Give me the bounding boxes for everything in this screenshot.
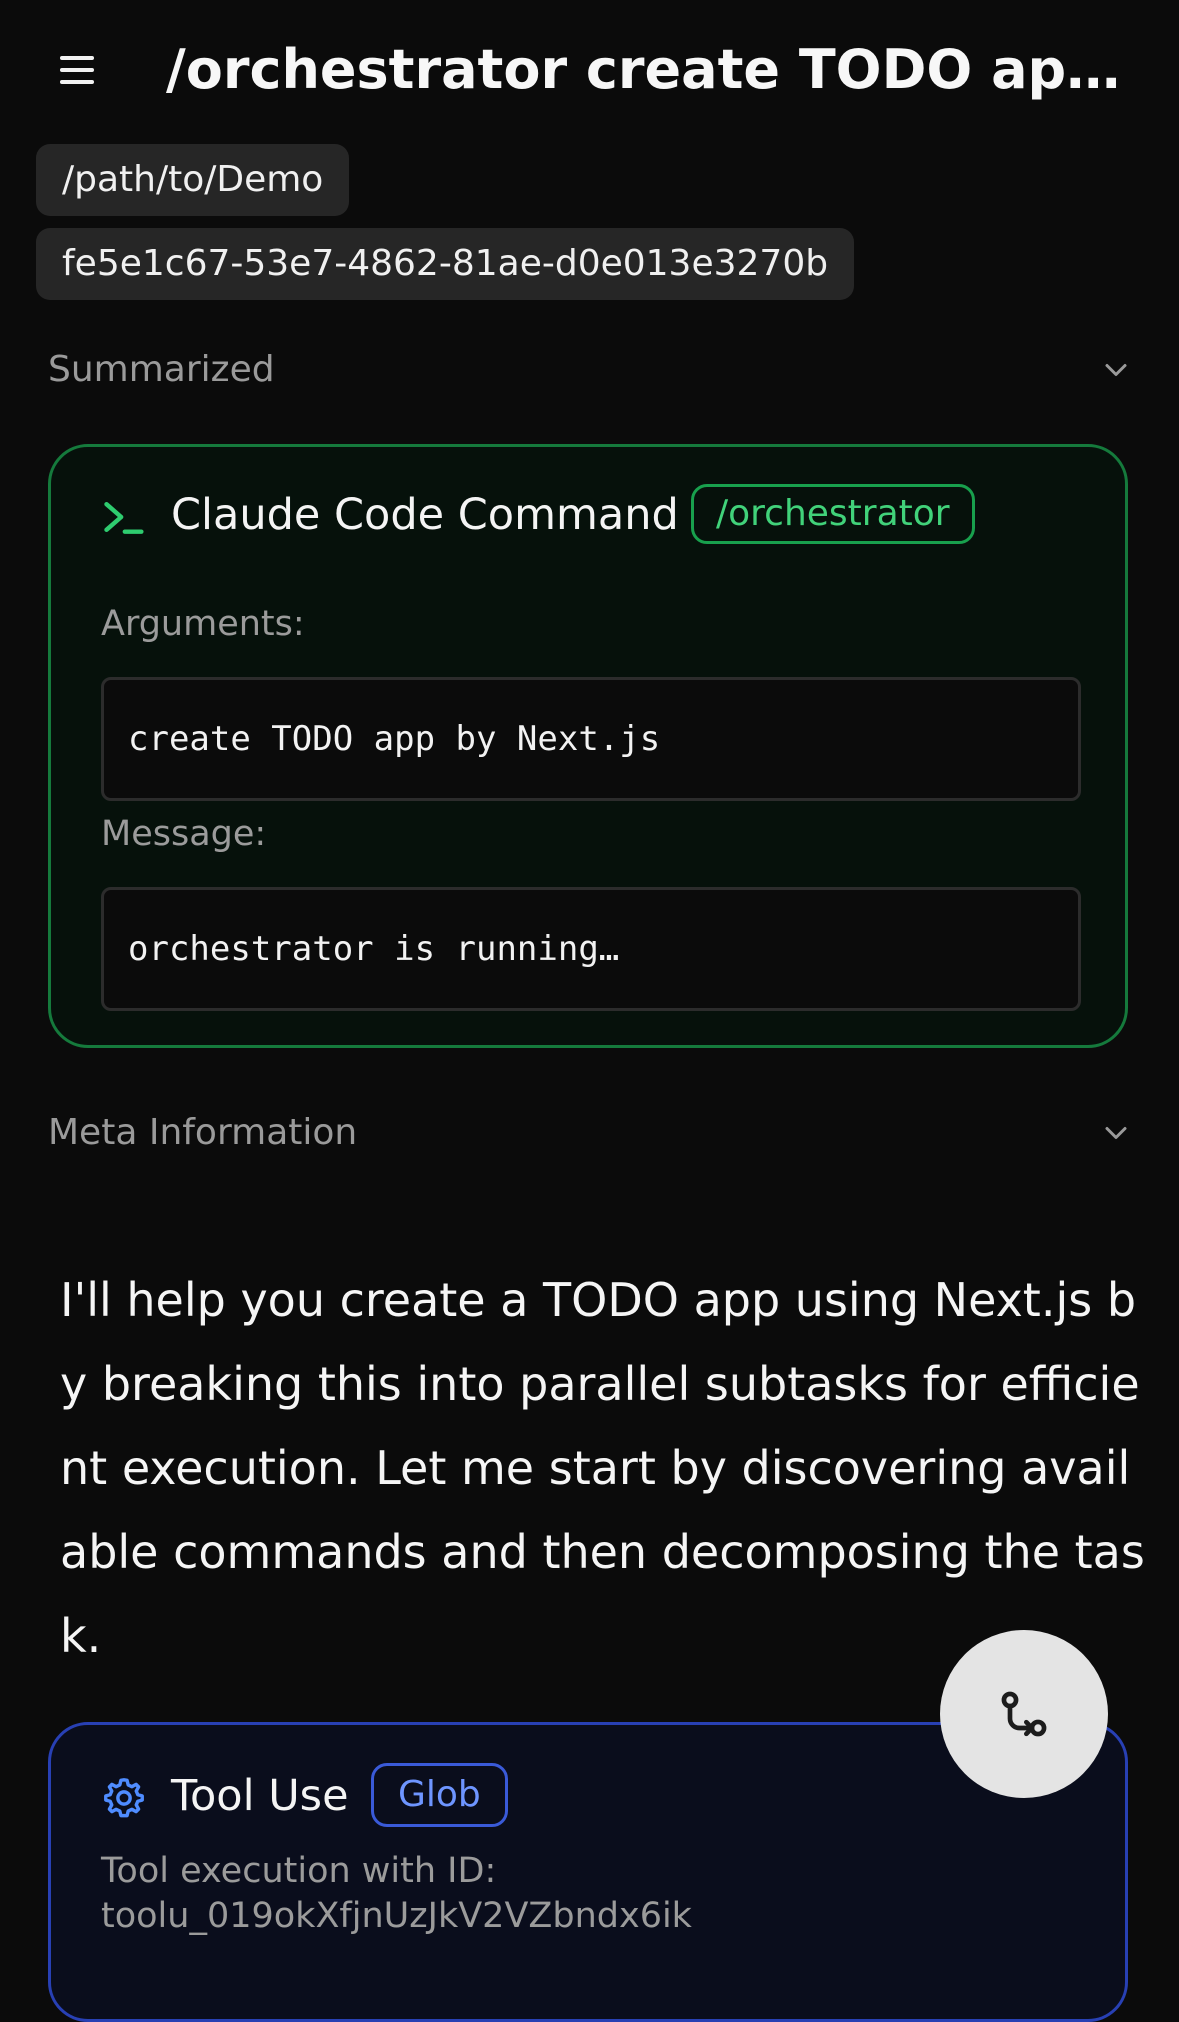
- command-badge: /orchestrator: [691, 484, 975, 544]
- chevron-down-icon: [1105, 1127, 1127, 1139]
- meta-information-label: Meta Information: [48, 1112, 358, 1153]
- message-value: orchestrator is running…: [101, 887, 1081, 1011]
- chevron-down-icon: [1105, 364, 1127, 376]
- command-card: Claude Code Command /orchestrator Argume…: [48, 444, 1128, 1048]
- menu-button[interactable]: [56, 52, 100, 88]
- tool-badge: Glob: [371, 1763, 508, 1827]
- assistant-message: I'll help you create a TODO app using Ne…: [60, 1273, 1145, 1663]
- tool-id: toolu_019okXfjnUzJkV2VZbndx6ik: [101, 1896, 692, 1936]
- app-header: /orchestrator create TODO app by Next.js: [0, 0, 1179, 140]
- arguments-value: create TODO app by Next.js: [101, 677, 1081, 801]
- message-label: Message:: [101, 814, 267, 854]
- session-id-chip: fe5e1c67-53e7-4862-81ae-d0e013e3270b: [36, 228, 855, 300]
- git-compare-button[interactable]: [940, 1630, 1108, 1798]
- arguments-label: Arguments:: [101, 604, 305, 644]
- git-compare-icon: [1001, 1691, 1047, 1737]
- terminal-icon: [104, 501, 144, 534]
- tool-description-line: Tool execution with ID:: [101, 1851, 497, 1891]
- meta-information-toggle[interactable]: Meta Information: [48, 1103, 1134, 1163]
- summarized-label: Summarized: [48, 349, 275, 390]
- page-title: /orchestrator create TODO app by Next.js: [166, 38, 1126, 101]
- command-card-title: Claude Code Command: [171, 490, 679, 540]
- tool-use-title: Tool Use: [171, 1771, 349, 1821]
- tool-description: Tool execution with ID: toolu_019okXfjnU…: [101, 1849, 692, 1939]
- project-path-chip: /path/to/Demo: [36, 144, 350, 216]
- summarized-toggle[interactable]: Summarized: [48, 340, 1134, 400]
- gear-icon: [104, 1778, 144, 1818]
